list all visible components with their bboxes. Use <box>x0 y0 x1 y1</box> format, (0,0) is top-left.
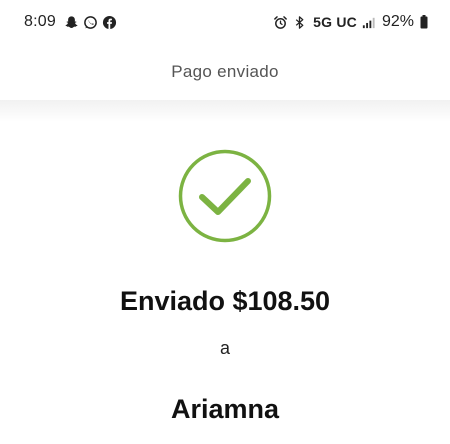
status-right: 5G UC 92% <box>273 13 428 31</box>
signal-icon <box>361 15 376 30</box>
alarm-icon <box>273 15 288 30</box>
status-bar: 8:09 5G UC 92% <box>0 0 450 44</box>
facebook-icon <box>102 15 117 30</box>
whatsapp-icon <box>83 15 98 30</box>
network-type: 5G UC <box>313 14 357 30</box>
to-label: a <box>219 338 230 358</box>
check-circle-icon <box>177 148 273 244</box>
header-shadow <box>0 100 450 122</box>
snapchat-icon <box>64 15 79 30</box>
recipient-name: Ariamna <box>170 394 280 424</box>
battery-percent: 92% <box>381 13 414 30</box>
bluetooth-icon <box>292 15 307 30</box>
page-title: Pago enviado <box>171 62 279 81</box>
status-time: 8:09 <box>24 13 56 30</box>
battery-icon <box>420 15 428 29</box>
sent-amount: Enviado $108.50 <box>119 286 331 316</box>
top-bar: Pago enviado <box>0 44 450 100</box>
status-left: 8:09 <box>24 13 117 31</box>
